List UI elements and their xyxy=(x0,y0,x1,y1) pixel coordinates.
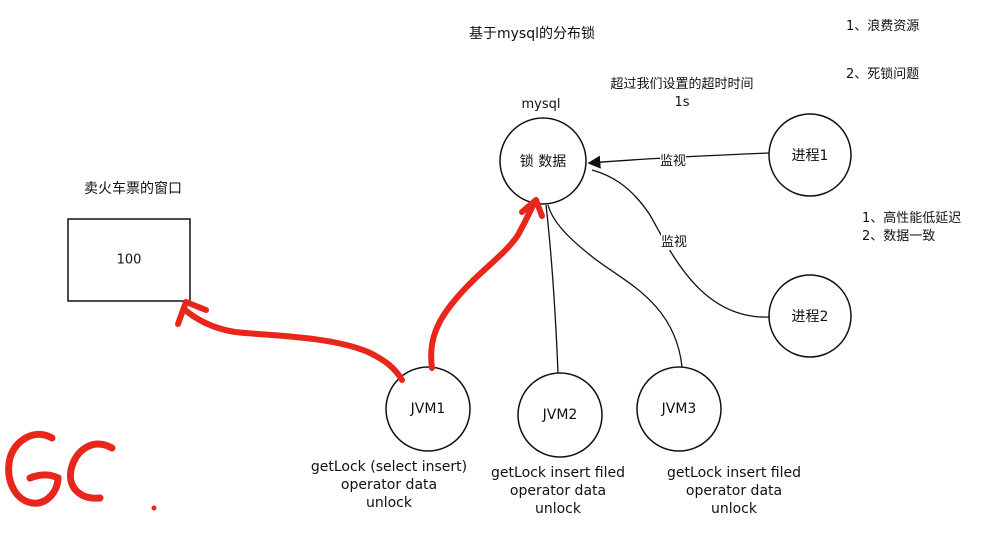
issue-item-2: 2、死锁问题 xyxy=(846,67,920,82)
jvm2-label: JVM2 xyxy=(542,407,578,423)
mysql-inner-text: 锁 数据 xyxy=(519,154,567,170)
jvm3-op-2: operator data xyxy=(685,483,783,499)
jvm1-op-1: getLock (select insert) xyxy=(310,459,468,475)
ticket-window-value: 100 xyxy=(116,252,142,268)
issue-item-1: 1、浪费资源 xyxy=(846,19,920,34)
jvm1-label: JVM1 xyxy=(410,401,446,417)
red-arrow-jvm1-to-mysql xyxy=(428,200,537,371)
goals-list: 1、高性能低延迟 2、数据一致 xyxy=(862,210,961,246)
jvm2-ops: getLock insert filed operator data unloc… xyxy=(491,464,625,518)
issues-list: 1、浪费资源 2、死锁问题 xyxy=(846,18,919,84)
timeout-note-line-1: 超过我们设置的超时时间 xyxy=(610,77,754,92)
jvm1-ops: getLock (select insert) operator data un… xyxy=(311,458,467,512)
timeout-note-line-2: 1s xyxy=(674,95,690,110)
goal-item-1: 1、高性能低延迟 xyxy=(862,211,962,226)
jvm3-ops: getLock insert filed operator data unloc… xyxy=(667,464,801,518)
jvm2-op-1: getLock insert filed xyxy=(491,465,625,481)
gc-letter-c xyxy=(67,440,116,502)
jvm3-to-mysql-edge xyxy=(547,204,683,368)
red-arrow-jvm1-to-window xyxy=(182,307,405,383)
jvm3-op-3: unlock xyxy=(710,501,757,517)
jvm1-op-3: unlock xyxy=(365,495,412,511)
jvm3-label: JVM3 xyxy=(661,401,697,417)
jvm1-op-2: operator data xyxy=(340,477,438,493)
process2-label: 进程2 xyxy=(791,309,829,325)
gc-dot xyxy=(151,505,157,511)
process1-label: 进程1 xyxy=(791,148,829,164)
jvm3-op-1: getLock insert filed xyxy=(667,465,801,481)
process2-edge-label: 监视 xyxy=(661,231,688,250)
mysql-label: mysql xyxy=(521,97,561,112)
jvm2-to-mysql-edge xyxy=(545,204,559,374)
goal-item-2: 2、数据一致 xyxy=(862,229,936,244)
jvm2-op-3: unlock xyxy=(534,501,581,517)
whiteboard-canvas: 基于mysql的分布锁 1、浪费资源 2、死锁问题 超过我们设置的超时时间 1s… xyxy=(0,0,1007,547)
timeout-note: 超过我们设置的超时时间 1s xyxy=(610,76,753,112)
diagram-title: 基于mysql的分布锁 xyxy=(469,26,595,42)
jvm2-op-2: operator data xyxy=(509,483,607,499)
gc-letter-g xyxy=(5,430,62,507)
ticket-window-caption: 卖火车票的窗口 xyxy=(84,181,182,197)
process1-edge-label: 监视 xyxy=(660,150,687,169)
